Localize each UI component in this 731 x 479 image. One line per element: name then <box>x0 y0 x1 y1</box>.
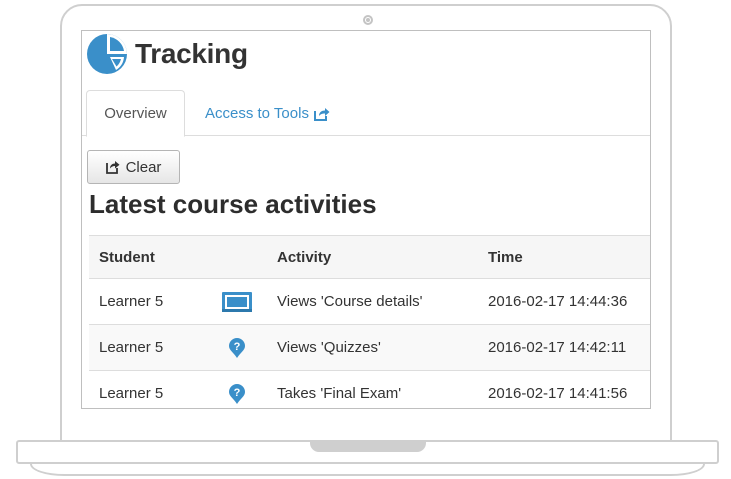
camera-icon <box>363 15 373 25</box>
tab-access-to-tools[interactable]: Access to Tools <box>190 90 345 137</box>
pie-chart-icon <box>87 34 127 74</box>
table-header-row: Student Activity Time <box>89 235 650 279</box>
tab-overview-label: Overview <box>104 105 167 122</box>
tab-access-to-tools-label: Access to Tools <box>205 105 309 122</box>
cell-icon: ? <box>207 370 267 408</box>
cell-time: 2016-02-17 14:44:36 <box>478 278 650 325</box>
laptop-notch <box>310 442 426 452</box>
column-header-activity: Activity <box>267 235 478 279</box>
clear-button-label: Clear <box>125 158 162 176</box>
quiz-icon: ? <box>229 383 245 404</box>
table-row: Learner 5 ? Views 'Quizzes' 2016-02-17 1… <box>89 324 650 371</box>
activities-table: Student Activity Time Learner 5 Views 'C… <box>89 235 650 408</box>
cell-icon <box>207 278 267 325</box>
quiz-icon: ? <box>229 337 245 358</box>
cell-activity: Views 'Quizzes' <box>267 324 478 371</box>
laptop-base-bottom <box>30 464 705 476</box>
page-title: Tracking <box>135 38 248 69</box>
svg-text:?: ? <box>234 387 241 399</box>
cell-icon: ? <box>207 324 267 371</box>
cell-time: 2016-02-17 14:42:11 <box>478 324 650 371</box>
cell-time: 2016-02-17 14:41:56 <box>478 370 650 408</box>
column-header-icon <box>207 235 267 279</box>
section-title: Latest course activities <box>89 189 377 219</box>
clear-button[interactable]: Clear <box>87 150 180 184</box>
screen: Tracking Overview Access to Tools Clear … <box>81 30 651 409</box>
cell-activity: Views 'Course details' <box>267 278 478 325</box>
tab-overview[interactable]: Overview <box>86 90 185 137</box>
cell-activity: Takes 'Final Exam' <box>267 370 478 408</box>
page-header: Tracking <box>86 34 248 74</box>
presentation-icon <box>222 291 252 312</box>
tab-bar: Overview Access to Tools <box>82 89 650 137</box>
table-row: Learner 5 ? Takes 'Final Exam' 2016-02-1… <box>89 370 650 408</box>
external-link-icon <box>313 107 330 121</box>
cell-student: Learner 5 <box>89 324 207 371</box>
svg-text:?: ? <box>234 341 241 353</box>
cell-student: Learner 5 <box>89 370 207 408</box>
table-row: Learner 5 Views 'Course details' 2016-02… <box>89 278 650 325</box>
cell-student: Learner 5 <box>89 278 207 325</box>
column-header-time: Time <box>478 235 650 279</box>
column-header-student: Student <box>89 235 207 279</box>
external-link-icon <box>105 161 120 174</box>
